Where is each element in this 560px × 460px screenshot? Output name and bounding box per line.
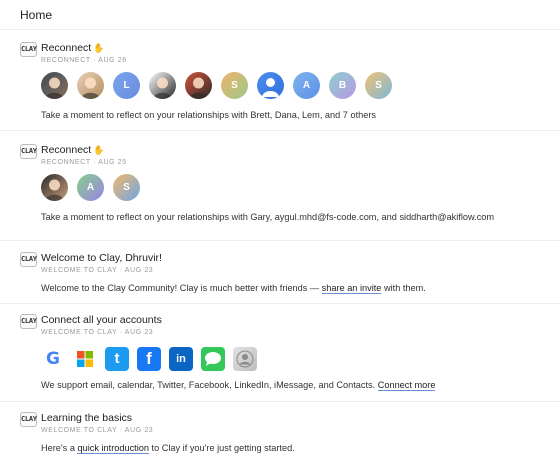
person-photo-icon	[152, 77, 173, 99]
feed-item-title[interactable]: Reconnect ✋	[41, 143, 560, 157]
page-title: Home	[20, 8, 53, 22]
feed-item-meta: WELCOME TO CLAY · AUG 23	[41, 267, 154, 274]
feed-item-reconnect-aug-26[interactable]: CLAY Reconnect ✋ RECONNECT · AUG 26 L S A B S…	[0, 31, 560, 131]
feed-item-title-text: Reconnect	[41, 42, 92, 54]
feed-item-description: Here's a quick introduction to Clay if y…	[41, 442, 560, 454]
linkedin-icon[interactable]: in	[169, 346, 193, 371]
quick-introduction-link[interactable]: quick introduction	[77, 443, 149, 454]
contact-avatar[interactable]	[41, 174, 68, 201]
avatar-row: LSABS	[41, 72, 560, 102]
clay-logo-icon: CLAY	[20, 412, 37, 427]
person-photo-icon	[80, 77, 101, 99]
clay-logo-icon: CLAY	[20, 42, 37, 57]
person-photo-icon	[188, 77, 209, 99]
feed-item-title[interactable]: Welcome to Clay, Dhruvir!	[41, 251, 560, 265]
clay-logo-icon: CLAY	[20, 314, 37, 329]
feed-item-description: Take a moment to reflect on your relatio…	[41, 212, 495, 222]
feed-item-meta: WELCOME TO CLAY · AUG 23	[41, 427, 154, 434]
avatar-initial: B	[338, 80, 347, 91]
avatar-initial: S	[375, 80, 382, 91]
contact-avatar[interactable]: S	[113, 174, 140, 201]
description-text-end: to Clay if you're just getting started.	[148, 443, 295, 453]
contact-avatar[interactable]	[257, 72, 284, 99]
contact-avatar[interactable]: B	[329, 72, 356, 99]
feed-item-learning-basics[interactable]: CLAY Learning the basics WELCOME TO CLAY…	[0, 402, 560, 460]
imessage-icon[interactable]	[201, 346, 225, 371]
feed-item-meta: RECONNECT · AUG 26	[41, 57, 127, 64]
contact-avatar[interactable]: L	[113, 72, 140, 99]
feed-item-description: We support email, calendar, Twitter, Fac…	[41, 379, 560, 391]
clay-logo-icon: CLAY	[20, 144, 37, 159]
wave-emoji-icon: ✋	[93, 43, 105, 53]
feed-item-title[interactable]: Reconnect ✋	[41, 41, 560, 55]
icon-glyph: t	[114, 350, 120, 367]
person-photo-icon	[44, 77, 65, 99]
contact-avatar[interactable]	[41, 72, 68, 99]
feed-item-description: Welcome to the Clay Community! Clay is m…	[41, 282, 560, 294]
description-text: We support email, calendar, Twitter, Fac…	[41, 380, 378, 390]
description-text: Here's a	[41, 443, 78, 453]
avatar-initial: S	[231, 80, 238, 91]
contacts-icon[interactable]	[233, 346, 257, 371]
feed-item-description: Take a moment to reflect on your relatio…	[41, 110, 377, 120]
contact-avatar[interactable]: S	[221, 72, 248, 99]
icon-glyph: G	[46, 348, 60, 369]
person-icon	[262, 78, 279, 97]
feed-item-reconnect-aug-25[interactable]: CLAY Reconnect ✋ RECONNECT · AUG 25 AS Ta…	[0, 131, 560, 241]
feed-item-meta: WELCOME TO CLAY · AUG 23	[41, 329, 154, 336]
feed-item-meta: RECONNECT · AUG 25	[41, 159, 127, 166]
contact-avatar[interactable]	[77, 72, 104, 99]
account-icons-row: Gt f in	[41, 346, 560, 371]
contact-avatar[interactable]	[149, 72, 176, 99]
feed-item-welcome[interactable]: CLAY Welcome to Clay, Dhruvir! WELCOME T…	[0, 241, 560, 304]
contact-avatar[interactable]: S	[365, 72, 392, 99]
icon-glyph: in	[176, 352, 186, 365]
avatar-initial: S	[123, 182, 130, 193]
feed-item-title-text: Reconnect	[41, 144, 92, 156]
clay-logo-icon: CLAY	[20, 252, 37, 267]
contact-avatar[interactable]	[185, 72, 212, 99]
wave-emoji-icon: ✋	[93, 145, 105, 155]
description-text-end: with them.	[381, 283, 426, 293]
avatar-initial: L	[123, 80, 130, 91]
contact-avatar[interactable]: A	[77, 174, 104, 201]
icon-glyph: f	[146, 348, 152, 368]
connect-more-link[interactable]: Connect more	[377, 380, 436, 391]
avatar-initial: A	[302, 80, 311, 91]
microsoft-icon[interactable]	[73, 346, 97, 371]
avatar-row: AS	[41, 174, 560, 204]
facebook-icon[interactable]: f	[137, 346, 161, 371]
feed-item-title[interactable]: Connect all your accounts	[41, 313, 560, 327]
feed-item-connect-accounts[interactable]: CLAY Connect all your accounts WELCOME T…	[0, 304, 560, 402]
share-invite-link[interactable]: share an invite	[321, 283, 382, 294]
home-feed: CLAY Reconnect ✋ RECONNECT · AUG 26 LSABS…	[0, 31, 560, 460]
feed-item-title[interactable]: Learning the basics	[41, 411, 560, 425]
google-icon[interactable]: G	[41, 346, 65, 371]
twitter-icon[interactable]: t	[105, 346, 129, 371]
contact-avatar[interactable]: A	[293, 72, 320, 99]
avatar-initial: A	[86, 182, 95, 193]
description-text: Welcome to the Clay Community! Clay is m…	[41, 283, 322, 293]
person-photo-icon	[44, 179, 65, 201]
page-header: Home	[0, 0, 560, 30]
